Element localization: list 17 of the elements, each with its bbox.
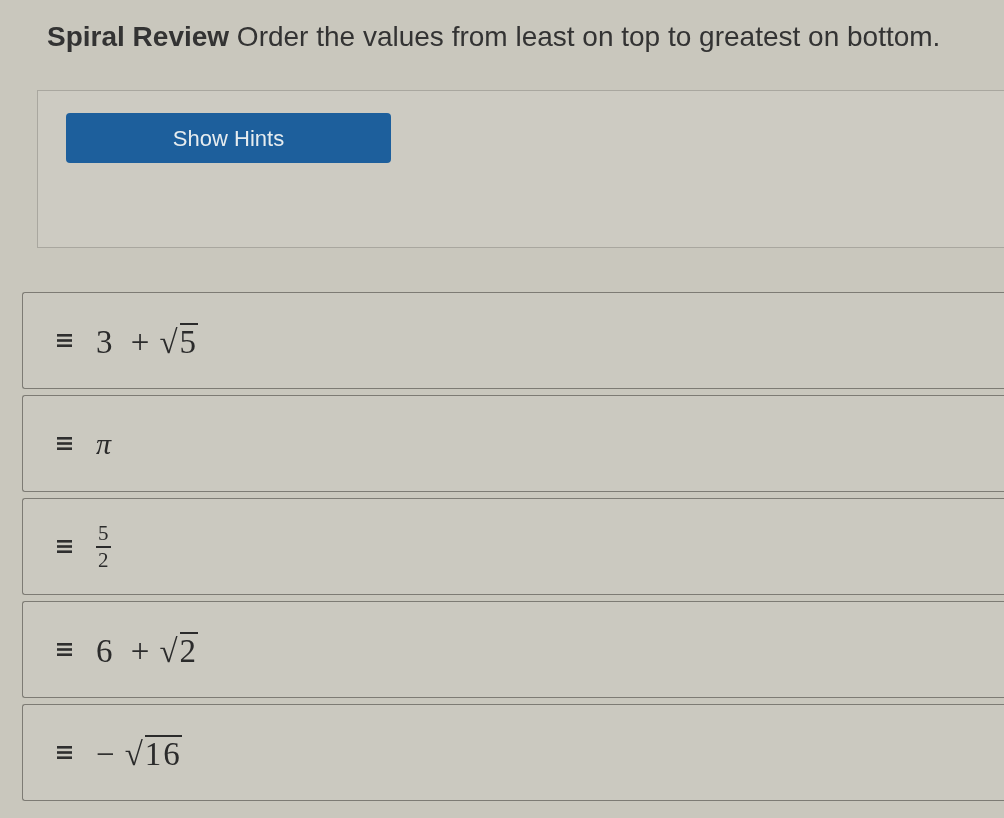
drag-handle-icon[interactable]: [57, 437, 72, 450]
sortable-item[interactable]: 5 2: [22, 498, 1004, 595]
fraction: 5 2: [96, 522, 111, 571]
sortable-item[interactable]: 3 + √5: [22, 292, 1004, 389]
sortable-item[interactable]: π: [22, 395, 1004, 492]
math-expression: 3 + √5: [96, 322, 198, 359]
drag-handle-icon[interactable]: [57, 746, 72, 759]
drag-handle-icon[interactable]: [57, 643, 72, 656]
math-expression: 6 + √2: [96, 631, 198, 668]
drag-handle-icon[interactable]: [57, 334, 72, 347]
show-hints-button[interactable]: Show Hints: [66, 113, 391, 163]
sortable-item[interactable]: 6 + √2: [22, 601, 1004, 698]
question-prompt: Spiral Review Order the values from least on top to greatest on bottom.: [46, 20, 942, 54]
drag-handle-icon[interactable]: [57, 540, 72, 553]
math-expression: π: [96, 428, 112, 459]
sortable-item[interactable]: − √16: [22, 704, 1004, 801]
math-expression: − √16: [96, 734, 182, 771]
